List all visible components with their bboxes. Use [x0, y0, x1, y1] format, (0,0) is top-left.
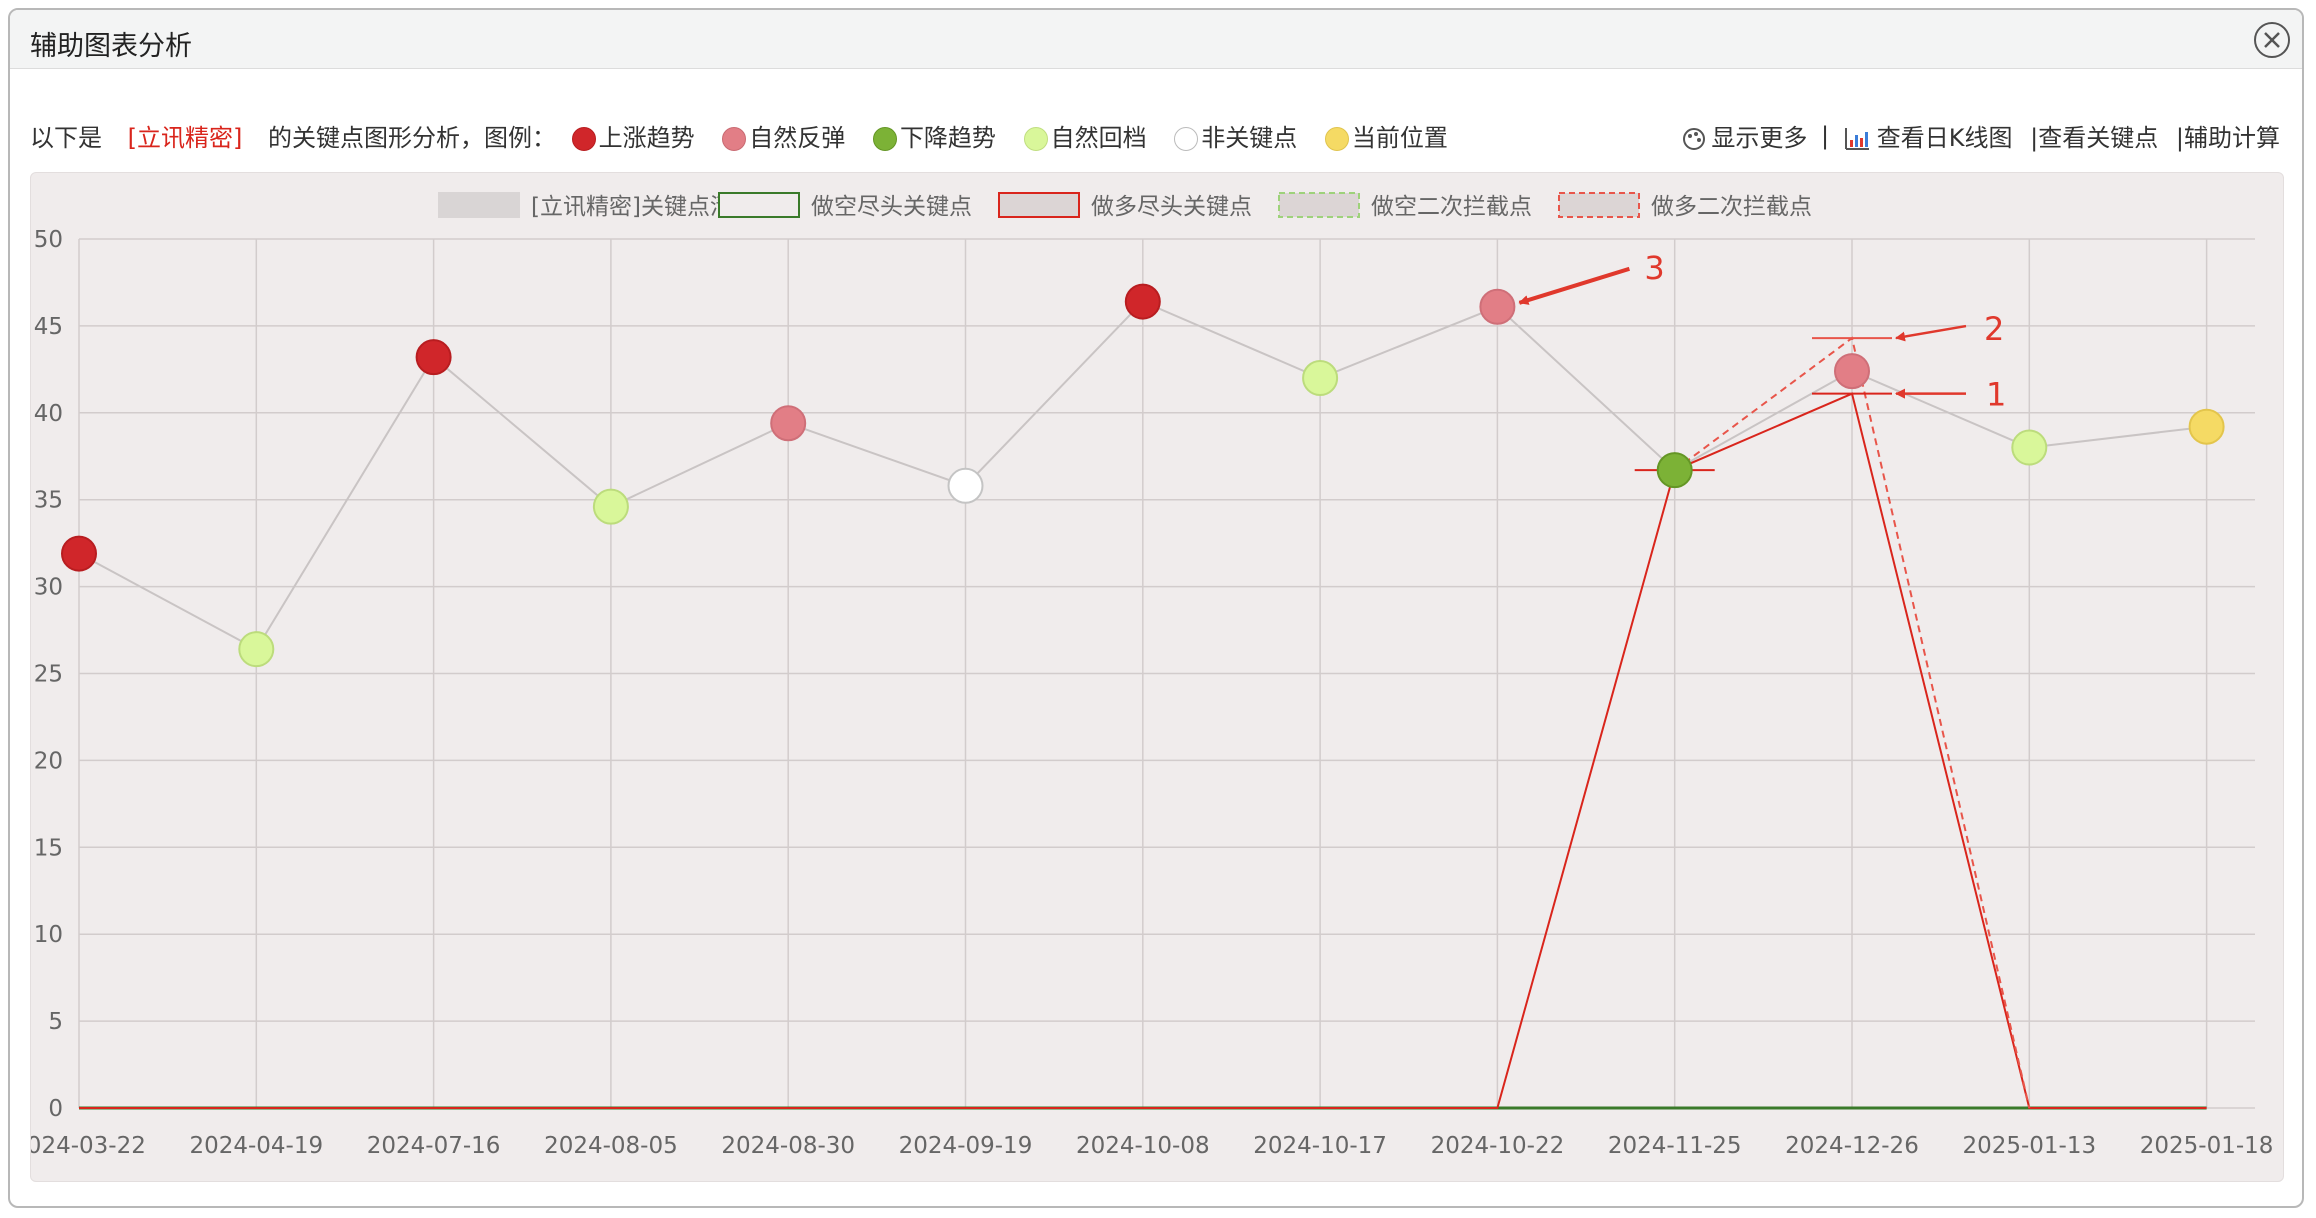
- legend-long-end-swatch: [998, 192, 1080, 218]
- legend-item-label: 下降趋势: [899, 124, 996, 152]
- x-tick-label: 2024-10-17: [1253, 1133, 1387, 1159]
- x-tick-label: 2024-07-16: [367, 1133, 501, 1159]
- divider: |: [1821, 121, 1830, 150]
- key-point-pullback: [238, 631, 275, 668]
- legend-item-down: 下降趋势: [865, 118, 996, 153]
- chart-axes: 0 5 10 15 20 25 30 35 40 45 50 2024-03-22 2024-04-19…: [31, 227, 2273, 1159]
- up-trend-dot-icon: [571, 127, 596, 151]
- y-tick-label: 50: [34, 227, 63, 253]
- y-tick-label: 0: [48, 1096, 63, 1122]
- chart-legend: [立讯精密]关键点清单 做空尽头关键点 做多尽头关键点 做空二次拦截点 做多二次拦截点: [438, 192, 1812, 220]
- legend-bar: 以下是 [立讯精密] 的关键点图形分析，图例： 上涨趋势 自然反弹 下降趋势 自…: [30, 118, 2280, 153]
- legend-actions: 显示更多 | 查看日K线图 |查看关键点 |辅助计算: [1681, 118, 2280, 153]
- x-tick-label: 2024-09-19: [899, 1133, 1033, 1159]
- kline-link[interactable]: 查看日K线图: [1843, 118, 2013, 153]
- calc-link[interactable]: |辅助计算: [2176, 118, 2280, 153]
- legend-short-end-label: 做空尽头关键点: [811, 194, 972, 220]
- key-points-link[interactable]: |查看关键点: [2030, 118, 2158, 153]
- legend-key-points-swatch: [438, 192, 520, 218]
- annotation-label: 2: [1984, 310, 2004, 348]
- legend-description: 以下是 [立讯精密] 的关键点图形分析，图例： 上涨趋势 自然反弹 下降趋势 自…: [30, 118, 1460, 153]
- legend-long-intercept-swatch: [1558, 192, 1640, 218]
- legend-long-end-label: 做多尽头关键点: [1091, 194, 1252, 220]
- modal-title: 辅助图表分析: [30, 31, 192, 62]
- key-point-rebound: [770, 405, 807, 442]
- y-tick-label: 5: [48, 1009, 63, 1035]
- down-trend-dot-icon: [872, 127, 897, 151]
- y-tick-label: 25: [34, 662, 63, 688]
- y-tick-label: 45: [34, 314, 63, 340]
- show-more-link[interactable]: 显示更多: [1681, 118, 1807, 153]
- nonkey-dot-icon: [1174, 127, 1199, 151]
- close-icon: [2264, 32, 2280, 48]
- legend-item-nonkey: 非关键点: [1166, 118, 1297, 153]
- annotation-arrow: [1895, 324, 1967, 342]
- legend-short-end-swatch: [718, 192, 800, 218]
- key-point-chart: [立讯精密]关键点清单 做空尽头关键点 做多尽头关键点 做空二次拦截点 做多二次拦截点 …: [31, 192, 2273, 1159]
- y-tick-label: 40: [34, 401, 63, 427]
- y-tick-label: 15: [34, 835, 63, 861]
- close-button[interactable]: [2254, 22, 2290, 58]
- x-tick-label: 2025-01-13: [1962, 1133, 2096, 1159]
- x-tick-label: 2024-03-22: [31, 1133, 146, 1159]
- chart-annotations: 3 2 1: [1518, 249, 2006, 414]
- y-tick-label: 35: [34, 488, 63, 514]
- modal-header: 辅助图表分析: [10, 10, 2302, 69]
- legend-item-pullback: 自然回档: [1016, 118, 1147, 153]
- legend-long-intercept-label: 做多二次拦截点: [1651, 194, 1812, 220]
- key-point-nonkey: [947, 467, 984, 504]
- key-point-up: [415, 339, 452, 376]
- y-tick-label: 20: [34, 748, 63, 774]
- legend-item-current: 当前位置: [1317, 118, 1448, 153]
- annotation-arrow: [1518, 266, 1630, 305]
- kline-label: 查看日K线图: [1876, 124, 2013, 152]
- annotation-label: 1: [1986, 376, 2006, 414]
- legend-short-intercept-swatch: [1278, 192, 1360, 218]
- legend-item-rebound: 自然反弹: [714, 118, 845, 153]
- key-point-up: [61, 535, 97, 572]
- palette-icon: [1683, 128, 1706, 150]
- legend-prefix: 以下是: [30, 124, 102, 152]
- key-point-current: [2188, 408, 2225, 445]
- legend-item-label: 自然回档: [1050, 124, 1147, 152]
- x-tick-label: 2024-11-25: [1608, 1133, 1742, 1159]
- key-point-pullback: [592, 488, 629, 525]
- legend-item-label: 当前位置: [1351, 124, 1448, 152]
- legend-short-intercept-label: 做空二次拦截点: [1371, 194, 1532, 220]
- key-point-pullback: [2011, 429, 2048, 466]
- key-point-rebound: [1479, 288, 1516, 325]
- key-point-rebound: [1834, 353, 1870, 390]
- key-point-up: [1124, 283, 1161, 320]
- current-dot-icon: [1324, 127, 1349, 151]
- rebound-dot-icon: [722, 127, 747, 151]
- x-tick-label: 2024-10-22: [1431, 1133, 1565, 1159]
- show-more-label: 显示更多: [1711, 124, 1808, 152]
- legend-item-label: 上涨趋势: [598, 124, 695, 152]
- chart-panel: [立讯精密]关键点清单 做空尽头关键点 做多尽头关键点 做空二次拦截点 做多二次拦截点 …: [30, 172, 2284, 1182]
- y-tick-label: 30: [34, 575, 63, 601]
- legend-item-label: 自然反弹: [749, 124, 846, 152]
- chart-analysis-modal: 辅助图表分析 以下是 [立讯精密] 的关键点图形分析，图例： 上涨趋势 自然反弹…: [8, 8, 2304, 1208]
- x-tick-label: 2025-01-18: [2140, 1133, 2274, 1159]
- legend-item-label: 非关键点: [1201, 124, 1298, 152]
- key-point-pullback: [1302, 360, 1339, 397]
- x-tick-label: 2024-08-30: [721, 1133, 855, 1159]
- legend-item-up: 上涨趋势: [564, 118, 695, 153]
- pullback-dot-icon: [1023, 127, 1048, 151]
- x-tick-label: 2024-12-26: [1785, 1133, 1919, 1159]
- legend-suffix: 的关键点图形分析，图例：: [268, 124, 557, 152]
- x-tick-label: 2024-10-08: [1076, 1133, 1210, 1159]
- x-tick-label: 2024-04-19: [189, 1133, 323, 1159]
- y-tick-label: 10: [34, 922, 63, 948]
- stock-name: [立讯精密]: [127, 124, 243, 152]
- bar-chart-icon: [1844, 128, 1869, 150]
- annotation-label: 3: [1644, 249, 1664, 287]
- x-tick-label: 2024-08-05: [544, 1133, 678, 1159]
- key-point-down: [1656, 452, 1693, 489]
